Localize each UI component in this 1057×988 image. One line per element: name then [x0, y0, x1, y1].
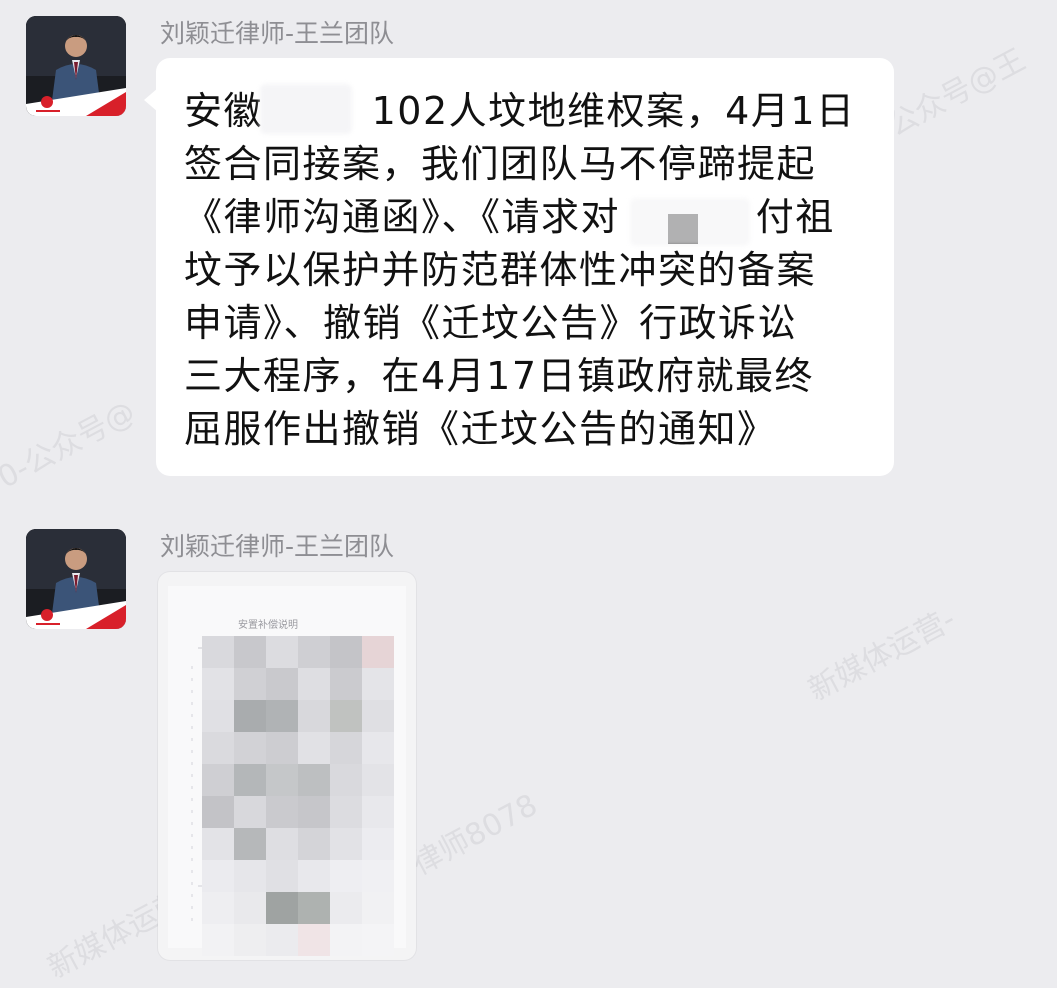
redaction-mask: [260, 84, 352, 134]
watermark-text: 公众号@王: [882, 42, 1032, 144]
message-line: 坟予以保护并防范群体性冲突的备案: [184, 248, 817, 292]
sender-name: 刘颖迁律师-王兰团队: [160, 532, 395, 561]
chat-area[interactable]: 公众号@王 新媒体运营- 律师8078 新媒体运营 0-公众号@ 刘颖迁律师-王…: [0, 0, 1057, 988]
message-bubble[interactable]: 安徽 102人坟地维权案，4月1日 签合同接案，我们团队马不停蹄提起 《律师沟通…: [144, 58, 894, 476]
lawyer-photo-icon: [26, 529, 126, 629]
message-body: 安徽 102人坟地维权案，4月1日 签合同接案，我们团队马不停蹄提起 《律师沟通…: [184, 85, 874, 456]
message-line: 签合同接案，我们团队马不停蹄提起: [184, 142, 817, 186]
message-line: 三大程序，在4月17日镇政府就最终: [184, 354, 815, 398]
image-attachment[interactable]: 安置补偿说明: [158, 572, 416, 960]
sender-name: 刘颖迁律师-王兰团队: [160, 19, 395, 48]
watermark-text: 律师8078: [406, 787, 544, 883]
document-preview: 安置补偿说明: [168, 586, 406, 956]
watermark-text: 0-公众号@: [0, 394, 142, 496]
watermark-text: 新媒体运营-: [802, 601, 962, 709]
sender-avatar[interactable]: [26, 16, 126, 116]
lawyer-photo-icon: [26, 16, 126, 116]
sender-avatar[interactable]: [26, 529, 126, 629]
message-line: 申请》、撤销《迁坟公告》行政诉讼: [184, 301, 798, 345]
redaction-mask: [630, 198, 750, 246]
message-line: 屈服作出撤销《迁坟公告的通知》: [184, 407, 777, 451]
pixelated-content: [202, 636, 394, 956]
